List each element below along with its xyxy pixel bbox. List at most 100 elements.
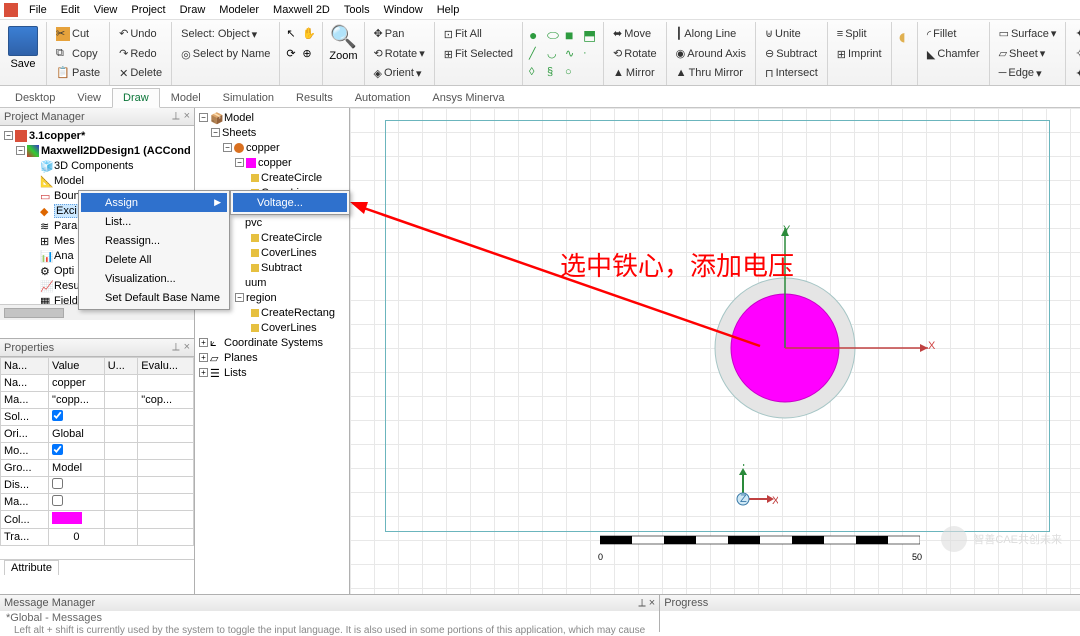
pvc-node[interactable]: pvc bbox=[245, 217, 262, 229]
vacuum-node[interactable]: uum bbox=[245, 277, 266, 289]
op-create-circle[interactable]: CreateCircle bbox=[261, 172, 322, 184]
tab-view[interactable]: View bbox=[66, 88, 112, 107]
intersect-button[interactable]: ⊓ Intersect bbox=[762, 66, 821, 81]
pan-button[interactable]: ✥ Pan bbox=[371, 26, 408, 41]
hand-icon[interactable]: ✋ bbox=[302, 27, 316, 41]
tab-automation[interactable]: Automation bbox=[344, 88, 422, 107]
op-cover-lines3[interactable]: CoverLines bbox=[261, 322, 317, 334]
save-icon[interactable] bbox=[8, 26, 38, 56]
helix-icon[interactable]: § bbox=[547, 66, 561, 80]
menu-assign[interactable]: Assign▶ bbox=[81, 193, 227, 212]
menu-edit[interactable]: Edit bbox=[54, 2, 87, 18]
unite-button[interactable]: ⊎ Unite bbox=[762, 26, 804, 41]
collapse-icon[interactable]: − bbox=[235, 293, 244, 302]
menu-modeler[interactable]: Modeler bbox=[212, 2, 266, 18]
lists-node[interactable]: Lists bbox=[224, 367, 247, 379]
point-icon[interactable]: · bbox=[583, 47, 597, 61]
col-name[interactable]: Na... bbox=[1, 358, 49, 375]
square-icon[interactable]: ■ bbox=[565, 27, 579, 41]
select-mode[interactable]: Select: Object ▾ bbox=[178, 27, 260, 42]
op-create-rect[interactable]: CreateRectang bbox=[261, 307, 335, 319]
op-create-circle2[interactable]: CreateCircle bbox=[261, 232, 322, 244]
node-3d-components[interactable]: 3D Components bbox=[54, 160, 134, 172]
view-triad[interactable]: Z Y X bbox=[728, 464, 778, 514]
surface-button[interactable]: ▭ Surface ▾ bbox=[996, 26, 1060, 41]
model-check[interactable] bbox=[52, 444, 63, 455]
spline-icon[interactable]: ∿ bbox=[565, 47, 579, 61]
material-appearance-check[interactable] bbox=[52, 495, 63, 506]
orient-button[interactable]: ◈ Orient ▾ bbox=[371, 66, 425, 81]
display-check[interactable] bbox=[52, 478, 63, 489]
expand-icon[interactable]: + bbox=[199, 368, 208, 377]
undo-button[interactable]: ↶ Undo bbox=[116, 26, 160, 41]
modeler-canvas[interactable]: Y X Z Y X 选中铁心，添加电压 0 50 智善CAE共创未来 bbox=[350, 108, 1080, 594]
tab-results[interactable]: Results bbox=[285, 88, 344, 107]
context-menu[interactable]: Assign▶ List... Reassign... Delete All V… bbox=[78, 190, 230, 310]
tab-model[interactable]: Model bbox=[160, 88, 212, 107]
torus-icon[interactable]: ○ bbox=[565, 66, 579, 80]
model-tree[interactable]: −📦Model −Sheets −copper −copper CreateCi… bbox=[195, 108, 350, 594]
close-icon[interactable]: × bbox=[649, 597, 655, 609]
fit-all-button[interactable]: ⊡ Fit All bbox=[441, 27, 485, 42]
project-root[interactable]: 3.1copper* bbox=[29, 130, 85, 142]
message-global[interactable]: *Global - Messages bbox=[0, 611, 659, 625]
model-root[interactable]: Model bbox=[224, 112, 254, 124]
node-optimetrics[interactable]: Opti bbox=[54, 265, 74, 277]
collapse-icon[interactable]: − bbox=[223, 143, 232, 152]
menu-visualization[interactable]: Visualization... bbox=[81, 269, 227, 288]
around-axis-button[interactable]: ◉ Around Axis bbox=[673, 46, 749, 61]
node-parameters[interactable]: Para bbox=[54, 220, 77, 232]
imprint-button[interactable]: ⊞ Imprint bbox=[834, 47, 885, 62]
node-model[interactable]: Model bbox=[54, 175, 84, 187]
tab-ansys-minerva[interactable]: Ansys Minerva bbox=[421, 88, 515, 107]
zoom-icon[interactable]: 🔍 bbox=[330, 24, 357, 50]
delete-button[interactable]: ✕ Delete bbox=[116, 66, 165, 81]
sweep-icon[interactable]: ◊ bbox=[529, 66, 543, 80]
sheet-button[interactable]: ▱ Sheet ▾ bbox=[996, 46, 1049, 61]
cut-button[interactable]: ✂Cut bbox=[53, 26, 92, 42]
line-icon[interactable]: ╱ bbox=[529, 47, 543, 61]
menu-project[interactable]: Project bbox=[124, 2, 172, 18]
ellipse-icon[interactable]: ⬭ bbox=[547, 27, 561, 41]
edge-button[interactable]: ─ Edge ▾ bbox=[996, 66, 1045, 81]
region-node[interactable]: region bbox=[246, 292, 277, 304]
rotate-button[interactable]: ⟲ Rotate ▾ bbox=[371, 46, 428, 61]
menu-delete-all[interactable]: Delete All bbox=[81, 250, 227, 269]
sheets-node[interactable]: Sheets bbox=[222, 127, 256, 139]
coordinate-systems[interactable]: Coordinate Systems bbox=[224, 337, 323, 349]
expand-icon[interactable]: + bbox=[199, 353, 208, 362]
collapse-icon[interactable]: − bbox=[199, 113, 208, 122]
paste-button[interactable]: 📋Paste bbox=[53, 65, 103, 81]
copper-object[interactable]: copper bbox=[258, 157, 292, 169]
menu-draw[interactable]: Draw bbox=[173, 2, 213, 18]
col-value[interactable]: Value bbox=[49, 358, 105, 375]
design-node[interactable]: Maxwell2DDesign1 (ACCond bbox=[41, 145, 191, 157]
node-analysis[interactable]: Ana bbox=[54, 250, 74, 262]
menu-window[interactable]: Window bbox=[377, 2, 430, 18]
solve-inside-check[interactable] bbox=[52, 410, 63, 421]
collapse-icon[interactable]: − bbox=[211, 128, 220, 137]
op-subtract[interactable]: Subtract bbox=[261, 262, 302, 274]
close-icon[interactable]: × bbox=[184, 110, 190, 123]
op-cover-lines2[interactable]: CoverLines bbox=[261, 247, 317, 259]
node-excitations[interactable]: Exci bbox=[54, 204, 79, 218]
tab-desktop[interactable]: Desktop bbox=[4, 88, 66, 107]
arc-icon[interactable]: ◡ bbox=[547, 47, 561, 61]
collapse-icon[interactable]: − bbox=[4, 131, 13, 140]
circle-icon[interactable]: ● bbox=[529, 27, 543, 41]
cursor-icon[interactable]: ↖ bbox=[286, 27, 300, 41]
thru-mirror-button[interactable]: ▲ Thru Mirror bbox=[673, 66, 746, 80]
rotate2-button[interactable]: ⟲ Rotate bbox=[610, 46, 660, 61]
rotate-view-icon[interactable]: ⟳ bbox=[286, 47, 300, 61]
submenu-voltage[interactable]: Voltage... bbox=[233, 193, 347, 212]
boolean-icon[interactable]: ◐ bbox=[898, 24, 911, 50]
menu-set-default-base-name[interactable]: Set Default Base Name bbox=[81, 288, 227, 307]
tab-simulation[interactable]: Simulation bbox=[212, 88, 285, 107]
menu-list[interactable]: List... bbox=[81, 212, 227, 231]
object-cs-button[interactable]: ✦ Object CS ▾ bbox=[1072, 66, 1080, 81]
relative-cs-button[interactable]: ✦ Relative CS ▾ bbox=[1072, 26, 1080, 41]
close-icon[interactable]: × bbox=[184, 341, 190, 354]
move-button[interactable]: ⬌ Move bbox=[610, 26, 654, 41]
collapse-icon[interactable]: − bbox=[235, 158, 244, 167]
menu-help[interactable]: Help bbox=[430, 2, 467, 18]
